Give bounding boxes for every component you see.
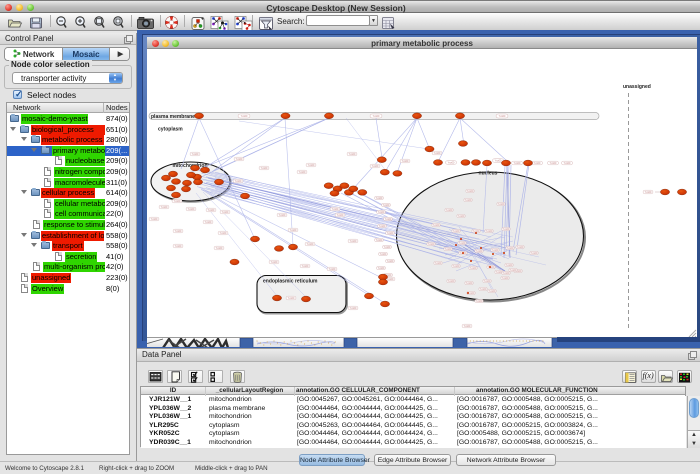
svg-text:Yxx00: Yxx00 (470, 267, 477, 270)
svg-text:Yxx00: Yxx00 (433, 224, 440, 227)
svg-text:Yxx00: Yxx00 (488, 266, 495, 269)
svg-text:Yxx00: Yxx00 (484, 280, 491, 283)
svg-text:Yxx00: Yxx00 (376, 239, 383, 242)
svg-text:Yxx00: Yxx00 (448, 280, 455, 283)
svg-text:Yxx00: Yxx00 (222, 211, 229, 214)
svg-text:Yxx00: Yxx00 (492, 249, 499, 252)
svg-text:Yxx00: Yxx00 (192, 153, 199, 156)
svg-text:Yxx00: Yxx00 (476, 250, 483, 253)
svg-text:Yxx00: Yxx00 (448, 162, 455, 165)
svg-text:Yxx00: Yxx00 (531, 252, 538, 255)
svg-text:Yxx00: Yxx00 (645, 191, 652, 194)
svg-text:Yxx00: Yxx00 (279, 214, 286, 217)
svg-text:Yxx00: Yxx00 (464, 325, 471, 328)
svg-text:Yxx00: Yxx00 (216, 247, 223, 250)
svg-text:Yxx00: Yxx00 (510, 269, 517, 272)
svg-text:Yxx00: Yxx00 (517, 246, 524, 249)
svg-text:Yxx00: Yxx00 (175, 230, 182, 233)
svg-text:Yxx00: Yxx00 (288, 297, 295, 300)
svg-text:Yxx00: Yxx00 (350, 307, 357, 310)
svg-text:Yxx00: Yxx00 (299, 171, 306, 174)
svg-text:Yxx00: Yxx00 (489, 290, 496, 293)
svg-text:nucleus: nucleus (479, 171, 498, 177)
svg-text:Yxx00: Yxx00 (332, 208, 339, 211)
svg-text:Yxx00: Yxx00 (290, 229, 297, 232)
svg-text:Yxx00: Yxx00 (349, 153, 356, 156)
svg-text:Yxx00: Yxx00 (465, 199, 472, 202)
svg-text:Yxx00: Yxx00 (378, 267, 385, 270)
svg-text:Yxx00: Yxx00 (378, 211, 385, 214)
svg-text:Yxx00: Yxx00 (434, 152, 441, 155)
svg-text:Yxx00: Yxx00 (302, 265, 309, 268)
svg-text:Yxx00: Yxx00 (376, 197, 383, 200)
svg-text:Yxx00: Yxx00 (550, 162, 557, 165)
svg-text:Yxx00: Yxx00 (373, 115, 380, 118)
svg-text:Yxx00: Yxx00 (337, 214, 344, 217)
svg-text:Yxx00: Yxx00 (384, 246, 391, 249)
svg-text:Yxx00: Yxx00 (435, 262, 442, 265)
svg-text:Yxx00: Yxx00 (453, 265, 460, 268)
svg-text:Yxx00: Yxx00 (241, 115, 248, 118)
svg-text:Yxx00: Yxx00 (387, 232, 394, 235)
svg-text:Yxx00: Yxx00 (380, 253, 387, 256)
svg-text:Yxx00: Yxx00 (235, 180, 242, 183)
svg-text:Yxx00: Yxx00 (480, 288, 487, 291)
svg-text:Yxx00: Yxx00 (502, 277, 509, 280)
svg-text:Yxx00: Yxx00 (503, 272, 510, 275)
svg-text:Yxx00: Yxx00 (402, 160, 409, 163)
svg-text:Yxx00: Yxx00 (453, 230, 460, 233)
svg-text:Yxx00: Yxx00 (208, 209, 215, 212)
svg-text:Yxx00: Yxx00 (445, 248, 452, 251)
svg-text:Yxx00: Yxx00 (514, 162, 521, 165)
svg-text:Yxx00: Yxx00 (506, 264, 513, 267)
svg-text:plasma membrane: plasma membrane (151, 114, 195, 120)
svg-text:Yxx00: Yxx00 (236, 158, 243, 161)
svg-text:Yxx00: Yxx00 (467, 190, 474, 193)
svg-text:Yxx00: Yxx00 (428, 243, 435, 246)
svg-text:unassigned: unassigned (623, 84, 651, 90)
svg-text:Yxx00: Yxx00 (307, 243, 314, 246)
svg-text:Yxx00: Yxx00 (161, 206, 168, 209)
svg-text:Yxx00: Yxx00 (350, 240, 357, 243)
svg-text:Yxx00: Yxx00 (476, 300, 483, 303)
svg-text:Yxx00: Yxx00 (372, 165, 379, 168)
svg-text:Yxx00: Yxx00 (174, 200, 181, 203)
svg-text:Yxx00: Yxx00 (503, 228, 510, 231)
svg-text:cytoplasm: cytoplasm (158, 127, 183, 133)
svg-text:Yxx00: Yxx00 (205, 221, 212, 224)
svg-text:Yxx00: Yxx00 (499, 115, 506, 118)
svg-text:Yxx00: Yxx00 (329, 268, 336, 271)
svg-text:Yxx00: Yxx00 (534, 162, 541, 165)
svg-text:Yxx00: Yxx00 (486, 230, 493, 233)
svg-text:Yxx00: Yxx00 (220, 232, 227, 235)
svg-text:Yxx00: Yxx00 (175, 245, 182, 248)
svg-text:Yxx00: Yxx00 (261, 167, 268, 170)
svg-text:Yxx00: Yxx00 (446, 209, 453, 212)
svg-text:Yxx00: Yxx00 (385, 218, 392, 221)
svg-text:Yxx00: Yxx00 (458, 215, 465, 218)
svg-text:Yxx00: Yxx00 (383, 204, 390, 207)
svg-text:Yxx00: Yxx00 (495, 160, 502, 163)
svg-text:Yxx00: Yxx00 (308, 164, 315, 167)
svg-text:Yxx00: Yxx00 (271, 261, 278, 264)
svg-text:Yxx00: Yxx00 (379, 225, 386, 228)
svg-text:Yxx00: Yxx00 (387, 278, 394, 281)
svg-text:Yxx00: Yxx00 (466, 282, 473, 285)
svg-text:Yxx00: Yxx00 (151, 218, 158, 221)
svg-text:Yxx00: Yxx00 (498, 203, 505, 206)
svg-text:Yxx00: Yxx00 (564, 162, 571, 165)
svg-text:Yxx00: Yxx00 (507, 247, 514, 250)
svg-text:Yxx00: Yxx00 (188, 208, 195, 211)
svg-text:Yxx00: Yxx00 (387, 260, 394, 263)
svg-text:Yxx00: Yxx00 (459, 242, 466, 245)
